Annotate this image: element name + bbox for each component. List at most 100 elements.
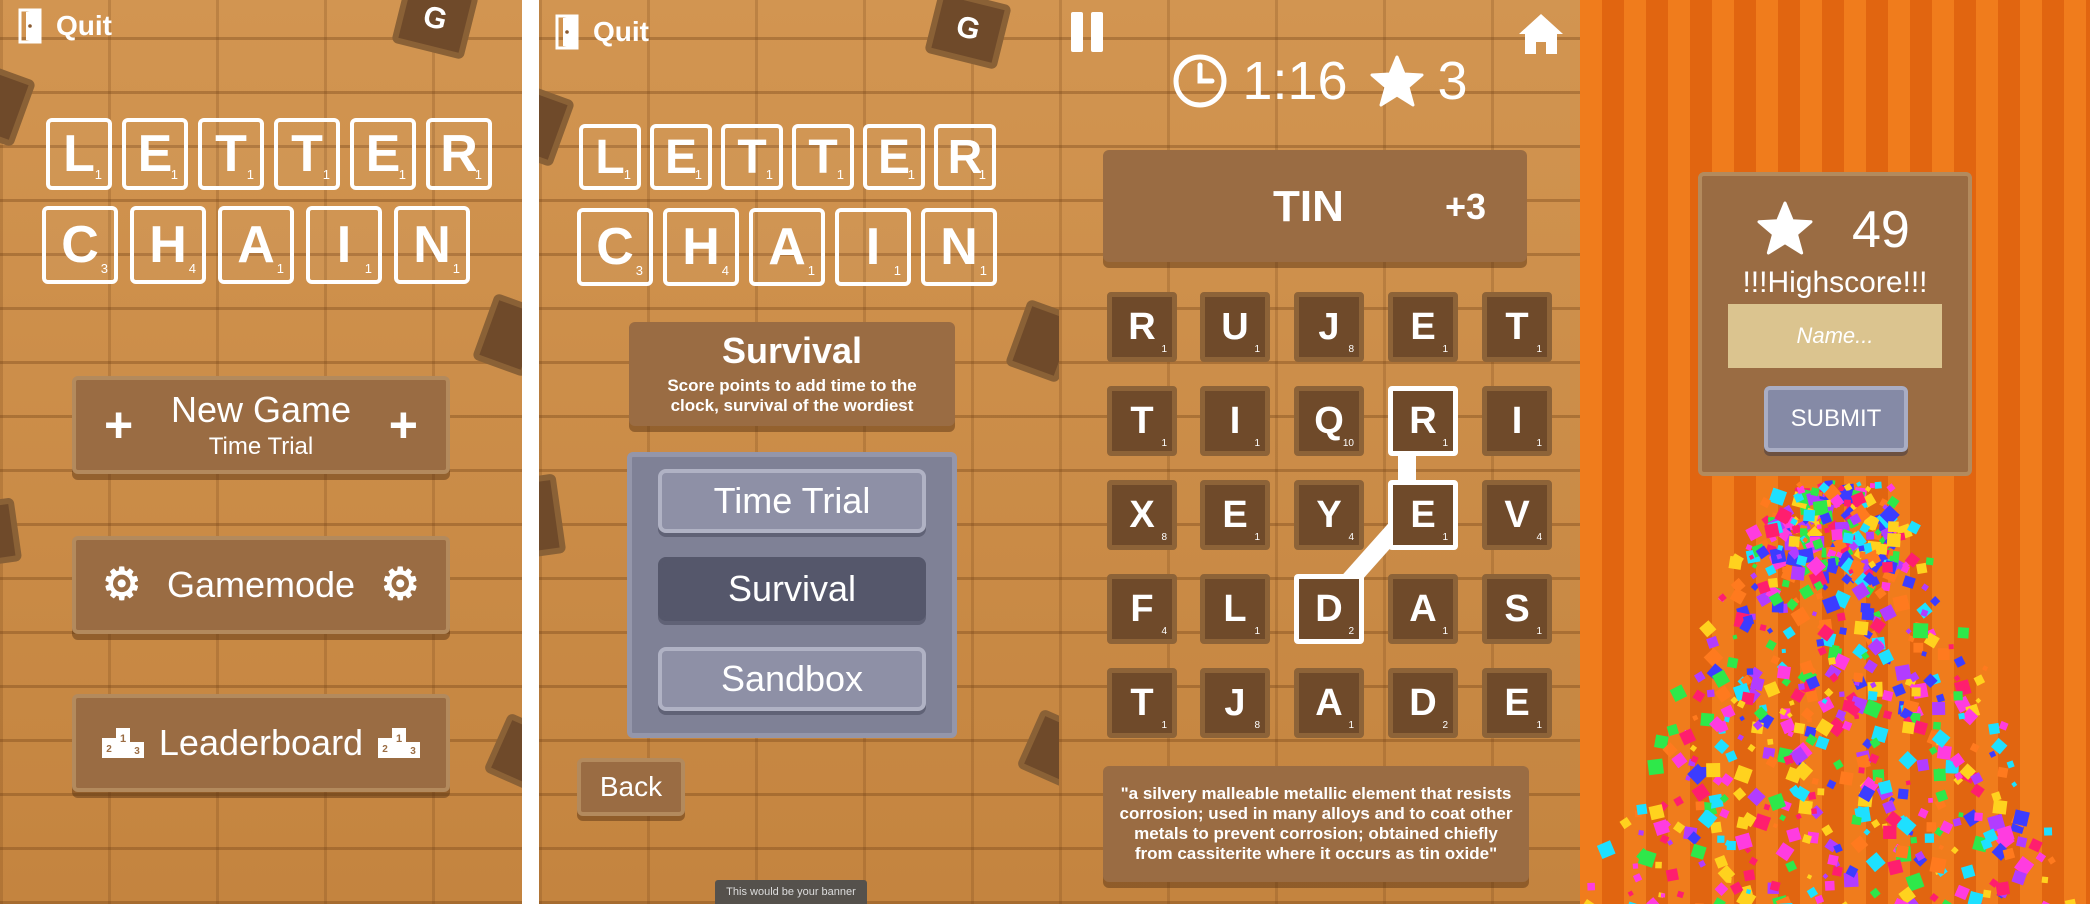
tile-points: 1 (1161, 438, 1167, 449)
tile-letter: I (1229, 399, 1241, 442)
plus-icon: + (388, 397, 418, 453)
tile-points: 4 (1536, 532, 1542, 543)
title-tile: L1 (46, 118, 112, 190)
title-tile: R1 (934, 124, 996, 190)
svg-text:3: 3 (410, 746, 416, 757)
letter-tile[interactable]: R1 (1107, 292, 1177, 362)
letter-tile[interactable]: E1 (1482, 668, 1552, 738)
new-game-mode-label: Time Trial (208, 433, 314, 460)
title-tile: I1 (306, 206, 382, 284)
tile-points: 1 (1442, 438, 1448, 449)
letter-tile[interactable]: E1 (1388, 480, 1458, 550)
decorative-tile-g: G (391, 0, 479, 60)
new-game-label: New Game (170, 389, 352, 430)
title-tile: H4 (663, 208, 739, 286)
mode-option-time-trial[interactable]: Time Trial (658, 469, 926, 533)
title-tile: A1 (218, 206, 294, 284)
tile-points: 10 (1342, 438, 1354, 449)
title-tile: E1 (350, 118, 416, 190)
letter-tile[interactable]: R1 (1388, 386, 1458, 456)
submit-button[interactable]: SUBMIT (1764, 386, 1908, 452)
tile-points: 1 (1161, 344, 1167, 355)
title-tile: T1 (792, 124, 854, 190)
tile-points: 1 (1442, 532, 1448, 543)
quit-button[interactable]: Quit (18, 8, 112, 44)
tile-letter: V (1504, 493, 1530, 536)
confetti (1580, 480, 2077, 904)
tile-letter: Y (1316, 493, 1342, 536)
title-tile: L1 (579, 124, 641, 190)
mode-option-sandbox[interactable]: Sandbox (658, 647, 926, 711)
letter-tile[interactable]: T1 (1107, 386, 1177, 456)
game-screen: 1:16 3 TIN +3 R 1 U 1 J 8 E 1 T 1 T 1 I 1 Q 10 R 1 I 1 X 8 E 1 Y… (1059, 0, 1581, 904)
letter-tile[interactable]: L1 (1200, 574, 1270, 644)
back-button[interactable]: Back (577, 758, 685, 816)
letter-tile[interactable]: I1 (1482, 386, 1552, 456)
decorative-tile (1016, 708, 1061, 788)
title-row-chain: C3 H4 A1 I1 N1 (42, 206, 470, 284)
title-tile: H4 (130, 206, 206, 284)
definition-box: "a silvery malleable metallic element th… (1103, 766, 1529, 882)
letter-tile[interactable]: I1 (1200, 386, 1270, 456)
gamemode-label: Gamemode (166, 564, 356, 605)
tile-letter: F (1130, 587, 1154, 630)
tile-letter: D (1409, 681, 1437, 724)
tile-letter: E (1222, 493, 1248, 536)
letter-tile[interactable]: F4 (1107, 574, 1177, 644)
tile-points: 1 (1254, 532, 1260, 543)
gamemode-button[interactable]: ⚙ Gamemode ⚙ (72, 536, 450, 634)
letter-tile[interactable]: X8 (1107, 480, 1177, 550)
letter-tile[interactable]: T1 (1482, 292, 1552, 362)
tile-letter: J (1224, 681, 1246, 724)
letter-tile[interactable]: J8 (1294, 292, 1364, 362)
tile-points: 2 (1348, 626, 1354, 637)
title-row-chain: C3 H4 A1 I1 N1 (577, 208, 997, 286)
tile-points: 1 (1254, 344, 1260, 355)
tile-letter: T (1130, 681, 1154, 724)
letter-tile[interactable]: A1 (1388, 574, 1458, 644)
letter-tile[interactable]: E1 (1388, 292, 1458, 362)
letter-tile[interactable]: Y4 (1294, 480, 1364, 550)
svg-text:1: 1 (396, 733, 402, 745)
tile-letter: U (1221, 305, 1249, 348)
decorative-tile (483, 712, 522, 792)
letter-tile[interactable]: V4 (1482, 480, 1552, 550)
title-tile: N1 (921, 208, 997, 286)
tile-letter: T (1505, 305, 1529, 348)
tile-letter: S (1504, 587, 1530, 630)
ad-banner: This would be your banner (715, 880, 867, 904)
letter-tile[interactable]: S1 (1482, 574, 1552, 644)
letter-tile[interactable]: D2 (1294, 574, 1364, 644)
tile-letter: T (1130, 399, 1154, 442)
tile-points: 1 (1442, 344, 1448, 355)
star-icon (1757, 201, 1813, 255)
new-game-button[interactable]: + New Game Time Trial + (72, 376, 450, 474)
gear-icon: ⚙ (380, 560, 420, 609)
name-input[interactable] (1728, 304, 1942, 368)
tile-letter: X (1129, 493, 1155, 536)
letter-tile[interactable]: J8 (1200, 668, 1270, 738)
svg-text:3: 3 (134, 746, 140, 757)
quit-label: Quit (56, 10, 112, 41)
letter-tile[interactable]: E1 (1200, 480, 1270, 550)
leaderboard-button[interactable]: 1 2 3 Leaderboard 1 2 3 (72, 694, 450, 792)
main-menu-screen: Quit G L1 E1 T1 T1 E1 R1 C3 H4 A1 I1 N1 … (0, 0, 522, 904)
letter-tile[interactable]: A1 (1294, 668, 1364, 738)
letter-tile[interactable]: T1 (1107, 668, 1177, 738)
decorative-tile (471, 292, 522, 378)
quit-button[interactable]: Quit (555, 14, 649, 50)
decorative-tile (539, 473, 567, 559)
tile-points: 1 (1254, 438, 1260, 449)
svg-text:2: 2 (106, 744, 112, 755)
tile-letter: A (1315, 681, 1343, 724)
title-tile: E1 (122, 118, 188, 190)
tile-letter: D (1315, 587, 1343, 630)
letter-tile[interactable]: Q 10 (1294, 386, 1364, 456)
tile-points: 1 (1536, 438, 1542, 449)
title-row-letter: L1 E1 T1 T1 E1 R1 (579, 124, 996, 190)
tile-points: 1 (1536, 344, 1542, 355)
title-tile: T1 (721, 124, 783, 190)
letter-tile[interactable]: D2 (1388, 668, 1458, 738)
letter-tile[interactable]: U1 (1200, 292, 1270, 362)
mode-option-survival[interactable]: Survival (658, 557, 926, 621)
